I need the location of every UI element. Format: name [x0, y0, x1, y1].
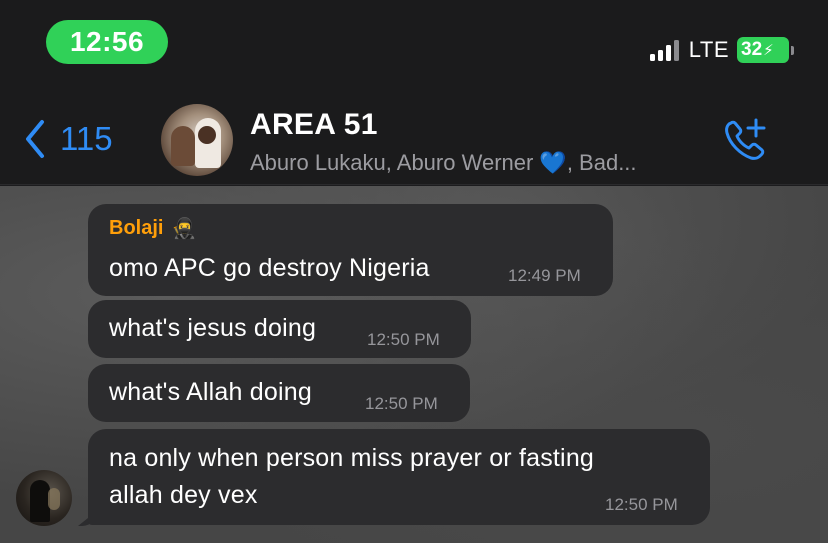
status-indicators: LTE 32 ⚡ — [649, 36, 794, 64]
signal-strength-icon — [649, 39, 679, 61]
message-time: 12:49 PM — [508, 266, 581, 285]
message-text-line: na only when person miss prayer or fasti… — [109, 444, 595, 472]
unread-count: 115 — [60, 120, 113, 157]
chat-header: 12:56 LTE 32 ⚡ 115 AREA 51 Aburo Lukaku,… — [0, 0, 828, 185]
message-list[interactable]: Bolaji 🥷 omo APC go destroy Nigeria 12:4… — [0, 186, 828, 543]
sender-avatar[interactable] — [16, 470, 72, 526]
network-type: LTE — [688, 37, 729, 62]
group-title: AREA 51 — [250, 108, 378, 141]
sender-emoji: 🥷 — [171, 218, 197, 240]
chevron-left-icon — [26, 120, 44, 158]
message-text-line: allah dey vex — [109, 481, 258, 509]
group-avatar[interactable] — [161, 104, 233, 176]
message-bubble[interactable]: what's Allah doing 12:50 PM — [88, 364, 470, 422]
add-call-button[interactable] — [718, 114, 772, 168]
battery-cap — [791, 45, 794, 55]
message-text: omo APC go destroy Nigeria — [109, 254, 430, 282]
charging-bolt-icon: ⚡ — [763, 42, 774, 59]
message-bubble[interactable]: what's jesus doing 12:50 PM — [88, 300, 471, 358]
message-text: what's jesus doing — [109, 314, 317, 342]
message-time: 12:50 PM — [367, 330, 440, 349]
message-time: 12:50 PM — [605, 495, 678, 514]
phone-plus-icon — [725, 118, 766, 160]
battery-icon: 32 ⚡ — [737, 37, 789, 63]
message-bubble[interactable]: na only when person miss prayer or fasti… — [88, 429, 710, 525]
back-button[interactable]: 115 — [22, 118, 113, 160]
message-bubble[interactable]: Bolaji 🥷 omo APC go destroy Nigeria 12:4… — [88, 204, 613, 296]
message-time: 12:50 PM — [365, 394, 438, 413]
battery-level: 32 — [741, 39, 763, 60]
members-preview: Aburo Lukaku, Aburo Werner 💙, Bad... — [250, 150, 637, 175]
group-info[interactable]: AREA 51 Aburo Lukaku, Aburo Werner 💙, Ba… — [250, 108, 637, 176]
status-time: 12:56 — [46, 20, 168, 64]
message-text: what's Allah doing — [109, 378, 312, 406]
sender-header: Bolaji 🥷 — [109, 216, 196, 241]
sender-name[interactable]: Bolaji — [109, 217, 163, 240]
message-text: na only when person miss prayer or fasti… — [109, 440, 689, 514]
